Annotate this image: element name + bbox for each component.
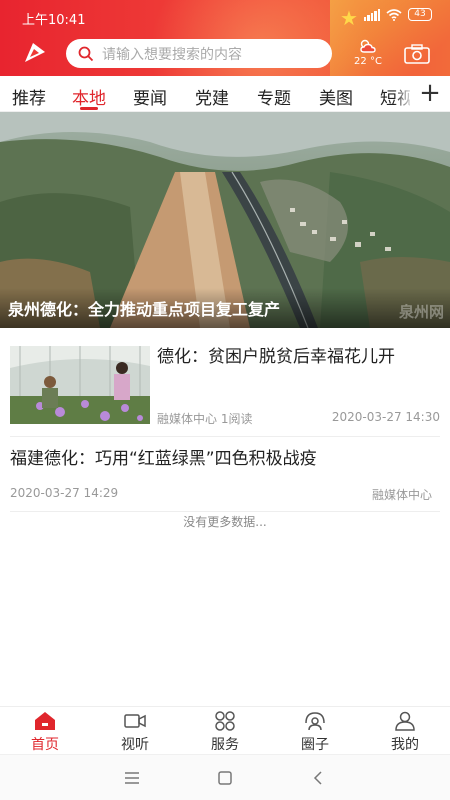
news-title: 福建德化：巧用“红蓝绿黑”四色积极战疫 xyxy=(10,449,317,469)
news-thumbnail-image xyxy=(10,346,150,424)
hero-banner[interactable]: 泉州德化：全力推动重点项目复工复产 泉州网 xyxy=(0,112,450,328)
hero-watermark: 泉州网 xyxy=(398,303,444,321)
star-decoration-icon: ★ xyxy=(340,6,358,30)
weather-widget[interactable]: 22 °C xyxy=(350,37,386,69)
home-square-icon[interactable] xyxy=(215,769,235,787)
tab-party[interactable]: 党建 xyxy=(195,84,229,109)
nav-video-label: 视听 xyxy=(121,737,149,753)
news-source: 融媒体中心 1阅读 xyxy=(157,412,253,426)
add-tab-icon[interactable]: + xyxy=(418,78,442,108)
home-icon xyxy=(35,712,55,730)
nav-services-label: 服务 xyxy=(211,737,239,753)
nav-home[interactable]: 首页 xyxy=(15,711,75,754)
status-time: 上午10:41 xyxy=(22,13,86,28)
news-title: 德化：贫困户脱贫后幸福花儿开 xyxy=(157,347,395,367)
news-date: 2020-03-27 14:30 xyxy=(331,410,440,424)
search-icon xyxy=(78,46,94,61)
tab-photos[interactable]: 美图 xyxy=(319,84,353,109)
cloudy-sun-icon xyxy=(360,39,376,53)
nav-video[interactable]: 视听 xyxy=(105,711,165,754)
news-source: 融媒体中心 xyxy=(371,488,432,502)
news-date: 2020-03-27 14:29 xyxy=(10,486,119,500)
nav-community[interactable]: 圈子 xyxy=(285,711,345,754)
nav-community-label: 圈子 xyxy=(301,737,329,753)
battery-icon: 43 xyxy=(408,8,432,21)
no-more-data-text: 没有更多数据... xyxy=(183,515,267,529)
news-item[interactable]: 德化：贫困户脱贫后幸福花儿开 融媒体中心 1阅读 2020-03-27 14:3… xyxy=(0,328,450,436)
signal-icon xyxy=(364,8,381,21)
tabs-fade xyxy=(394,76,414,111)
active-tab-indicator xyxy=(80,107,98,110)
category-tabs: 推荐 本地 要闻 党建 专题 美图 短视 + xyxy=(0,76,450,112)
camera-icon[interactable] xyxy=(404,44,430,64)
nav-services[interactable]: 服务 xyxy=(195,711,255,754)
grid-icon xyxy=(215,711,235,731)
weather-temperature: 22 °C xyxy=(354,56,382,67)
tab-topics[interactable]: 专题 xyxy=(257,84,291,109)
tab-local[interactable]: 本地 xyxy=(72,84,106,109)
wifi-icon xyxy=(386,8,402,21)
back-icon[interactable] xyxy=(308,769,328,787)
app-logo-icon xyxy=(25,43,45,62)
menu-icon[interactable] xyxy=(122,769,142,787)
person-icon xyxy=(395,711,415,731)
nav-profile[interactable]: 我的 xyxy=(375,711,435,754)
nav-home-label: 首页 xyxy=(31,737,59,753)
status-bar: 上午10:41 ★ 43 xyxy=(0,0,450,34)
system-navigation-bar xyxy=(0,754,450,800)
circle-community-icon xyxy=(305,712,325,731)
search-bar[interactable]: 请输入想要搜索的内容 xyxy=(66,39,332,68)
divider xyxy=(10,511,440,512)
nav-profile-label: 我的 xyxy=(391,737,419,753)
news-item[interactable]: 福建德化：巧用“红蓝绿黑”四色积极战疫 2020-03-27 14:29 融媒体… xyxy=(0,436,450,512)
search-placeholder: 请输入想要搜索的内容 xyxy=(102,46,242,63)
tab-recommend[interactable]: 推荐 xyxy=(12,84,46,109)
tab-headlines[interactable]: 要闻 xyxy=(133,84,167,109)
app-header: 上午10:41 ★ 43 请输入想要搜索的内容 22 °C xyxy=(0,0,450,76)
status-icons: 43 xyxy=(364,8,432,21)
hero-caption: 泉州德化：全力推动重点项目复工复产 xyxy=(8,300,281,319)
news-thumbnail xyxy=(10,346,150,424)
video-icon xyxy=(124,714,146,728)
bottom-navigation: 首页 视听 服务 圈子 我的 xyxy=(0,706,450,754)
